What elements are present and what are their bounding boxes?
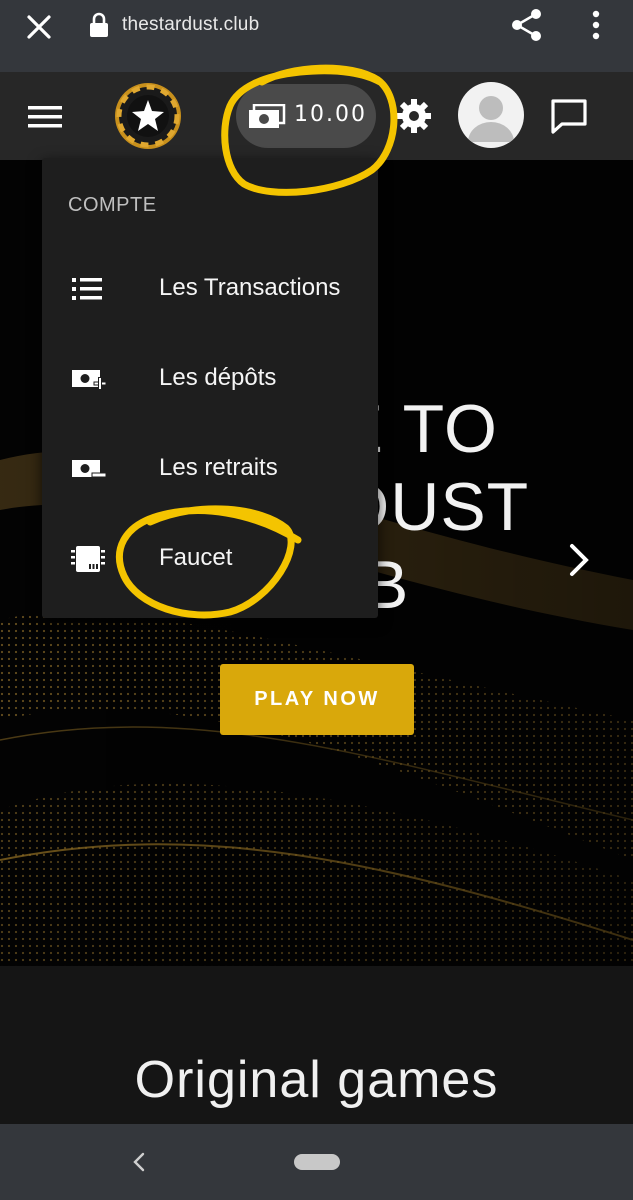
close-icon[interactable] bbox=[22, 10, 56, 44]
back-icon[interactable] bbox=[128, 1150, 152, 1174]
balance-value: 10.00 bbox=[294, 102, 367, 127]
menu-item-label: Faucet bbox=[159, 544, 233, 571]
games-section: Original games bbox=[0, 966, 633, 1124]
lock-icon bbox=[90, 12, 108, 37]
user-icon bbox=[468, 96, 514, 142]
gear-icon[interactable] bbox=[394, 96, 434, 136]
money-plus-icon bbox=[72, 370, 106, 390]
menu-item-withdrawals[interactable]: Les retraits bbox=[42, 424, 378, 514]
home-pill[interactable] bbox=[294, 1154, 340, 1170]
menu-item-label: Les Transactions bbox=[159, 274, 341, 301]
menu-item-label: Les retraits bbox=[159, 454, 278, 481]
logo[interactable] bbox=[114, 82, 182, 150]
hamburger-icon[interactable] bbox=[28, 104, 62, 130]
money-minus-icon bbox=[72, 460, 106, 478]
games-title: Original games bbox=[134, 1051, 499, 1109]
android-nav-bar bbox=[0, 1124, 633, 1200]
more-vert-icon[interactable] bbox=[584, 6, 608, 44]
menu-item-label: Les dépôts bbox=[159, 364, 277, 391]
menu-item-transactions[interactable]: Les Transactions bbox=[42, 244, 378, 334]
chat-icon[interactable] bbox=[548, 96, 590, 136]
menu-header: COMPTE bbox=[68, 194, 157, 216]
browser-toolbar: thestardust.club bbox=[0, 0, 633, 72]
chip-icon bbox=[71, 546, 105, 572]
account-menu: COMPTE Les Transactions Les dépôts Les r… bbox=[42, 158, 378, 618]
list-icon bbox=[72, 278, 102, 300]
address-bar-url[interactable]: thestardust.club bbox=[122, 14, 259, 36]
avatar[interactable] bbox=[458, 82, 524, 148]
money-icon bbox=[249, 104, 286, 128]
chevron-right-icon[interactable] bbox=[562, 540, 594, 580]
menu-item-faucet[interactable]: Faucet bbox=[42, 514, 378, 604]
menu-item-deposits[interactable]: Les dépôts bbox=[42, 334, 378, 424]
site-header: 10.00 bbox=[0, 72, 633, 160]
balance-pill[interactable]: 10.00 bbox=[236, 84, 376, 148]
play-now-button[interactable]: PLAY NOW bbox=[220, 664, 414, 735]
share-icon[interactable] bbox=[508, 6, 546, 44]
